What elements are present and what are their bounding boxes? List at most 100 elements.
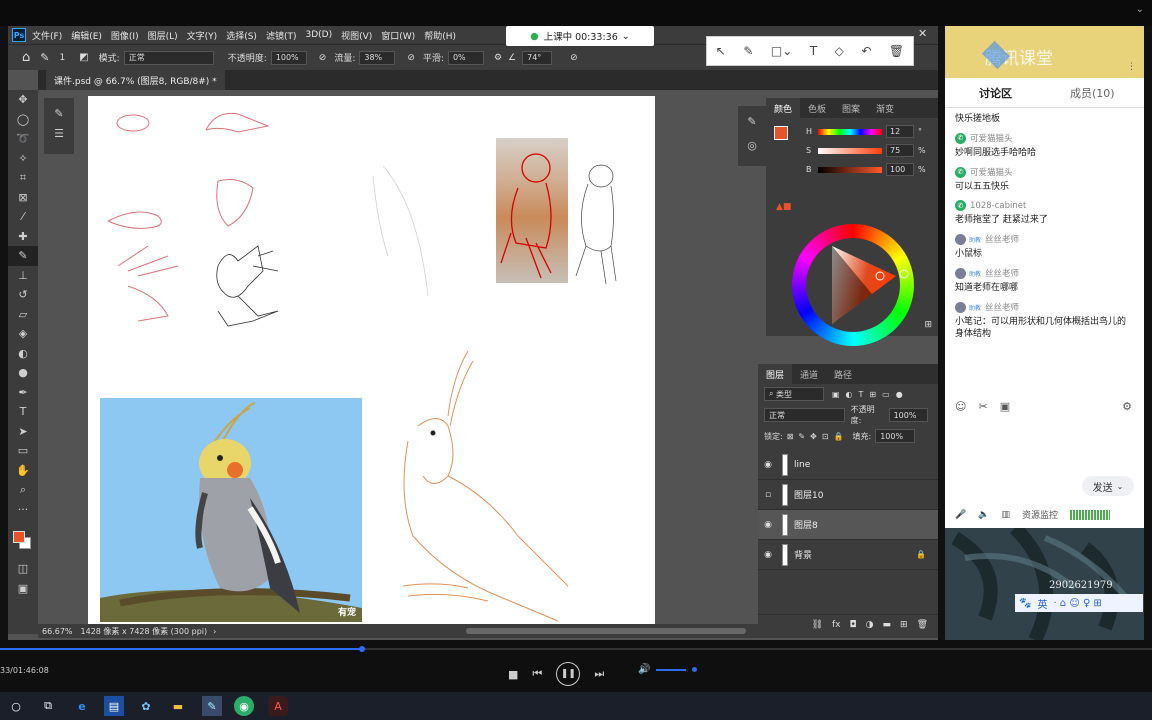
bars-icon[interactable]: ▥ [1001, 510, 1010, 520]
navigator-icon[interactable]: ◎ [738, 136, 766, 156]
volume-slider[interactable] [656, 668, 687, 671]
tab-paths[interactable]: 路径 [826, 368, 860, 381]
menu-view[interactable]: 视图(V) [341, 29, 372, 42]
pen-tool-icon[interactable]: ✒ [8, 383, 38, 403]
horizontal-scrollbar[interactable] [466, 628, 746, 634]
smooth-input[interactable]: 0% [447, 50, 484, 65]
saturation-input[interactable]: 75 [886, 144, 914, 157]
tab-layers[interactable]: 图层 [758, 364, 793, 384]
app-window-icon[interactable]: ▤ [104, 696, 124, 716]
red-app-icon[interactable]: A [268, 696, 288, 716]
dodge-tool-icon[interactable]: ● [8, 363, 38, 383]
brush-size[interactable]: 1 [59, 53, 65, 63]
quick-mask-icon[interactable]: ◫ [8, 559, 38, 579]
pause-button[interactable]: ❚❚ [556, 662, 581, 686]
screen-mode-icon[interactable]: ▣ [8, 579, 38, 599]
layer-kind-filter[interactable]: ⌕ 类型 [764, 387, 824, 401]
quick-select-tool-icon[interactable]: ✧ [8, 149, 38, 169]
gear-icon[interactable]: ⚙ [494, 53, 502, 63]
blur-tool-icon[interactable]: ◐ [8, 344, 38, 364]
link-icon[interactable]: ⛓ [812, 620, 823, 630]
microphone-icon[interactable]: 🎤 [955, 510, 966, 520]
hue-input[interactable]: 12 [886, 125, 914, 138]
layer-row[interactable]: ◉ line [758, 450, 938, 480]
eye-icon[interactable]: ◉ [758, 520, 778, 530]
fill-input[interactable]: 100% [875, 429, 916, 443]
eyedropper-tool-icon[interactable]: ⁄ [8, 207, 38, 227]
text-icon[interactable]: T [810, 44, 817, 58]
airbrush-icon[interactable]: ⊘ [407, 53, 415, 63]
monitor-label[interactable]: 资源监控 [1022, 508, 1058, 521]
eye-icon[interactable]: ◉ [758, 550, 778, 560]
type-tool-icon[interactable]: T [8, 402, 38, 422]
blend-mode-select[interactable]: 正常 [764, 408, 845, 422]
trash-icon[interactable]: 🗑 [917, 620, 928, 630]
brush-tool-icon[interactable]: ✎ [8, 246, 38, 266]
eye-hidden-icon[interactable]: ▫ [758, 490, 778, 500]
cursor-icon[interactable]: ↖ [716, 44, 726, 58]
folder-icon[interactable]: ▬ [883, 620, 892, 630]
fx-icon[interactable]: fx [832, 620, 841, 630]
add-icon[interactable]: ⊞ [924, 320, 932, 330]
history-brush-tool-icon[interactable]: ↺ [8, 285, 38, 305]
document-tab[interactable]: 课件.psd @ 66.7% (图层8, RGB/8#) * [46, 70, 225, 90]
close-icon[interactable]: ✕ [918, 27, 927, 40]
lock-icons[interactable]: ⊠✎✥⊡🔒 [787, 432, 849, 441]
brush-preset-icon[interactable]: ✎ [738, 112, 766, 132]
foreground-color-swatch[interactable] [13, 531, 25, 543]
home-icon[interactable]: ⌂ [22, 50, 30, 65]
more-tools-icon[interactable]: ··· [8, 500, 38, 520]
eraser-icon[interactable]: ◇ [835, 44, 844, 58]
tab-patterns[interactable]: 图案 [834, 102, 868, 115]
rectangle-icon[interactable]: □⌄ [771, 44, 792, 58]
brush-settings-icon[interactable]: ✎ [44, 104, 74, 124]
teacher-video[interactable]: 2902621979 🐾 英 · ⌂ ☺ ♀ ⊞ [945, 528, 1144, 640]
speaker-icon[interactable]: 🔈 [978, 510, 989, 520]
hue-slider[interactable] [818, 128, 882, 135]
menu-layer[interactable]: 图层(L) [148, 29, 178, 42]
saturation-slider[interactable] [818, 147, 882, 154]
tab-swatches[interactable]: 色板 [800, 102, 834, 115]
task-view-icon[interactable]: ⧉ [38, 696, 58, 716]
classroom-app-icon[interactable]: ✎ [202, 696, 222, 716]
menu-window[interactable]: 窗口(W) [381, 29, 415, 42]
more-icon[interactable]: ⋮ [1127, 62, 1136, 72]
marquee-tool-icon[interactable]: ◯ [8, 110, 38, 130]
menu-image[interactable]: 图像(I) [111, 29, 139, 42]
brush-tool-icon[interactable]: ✎ [40, 51, 49, 64]
seek-handle[interactable] [358, 646, 365, 652]
emoji-icon[interactable]: ☺ [955, 400, 966, 413]
color-triangle[interactable] [792, 224, 914, 346]
zoom-tool-icon[interactable]: ⌕ [8, 480, 38, 500]
tab-gradients[interactable]: 渐变 [868, 102, 902, 115]
pressure-opacity-icon[interactable]: ⊘ [319, 53, 327, 63]
menu-select[interactable]: 选择(S) [226, 29, 257, 42]
menu-type[interactable]: 文字(Y) [187, 29, 218, 42]
path-select-tool-icon[interactable]: ➤ [8, 422, 38, 442]
lasso-tool-icon[interactable]: ➰ [8, 129, 38, 149]
seek-track[interactable] [0, 648, 1152, 650]
layer-row-selected[interactable]: ◉ 图层8 [758, 510, 938, 540]
healing-tool-icon[interactable]: ✚ [8, 227, 38, 247]
angle-input[interactable]: 74° [522, 50, 553, 65]
pressure-size-icon[interactable]: ⊘ [570, 53, 578, 63]
mode-select[interactable]: 正常 [123, 50, 214, 65]
pen-icon[interactable]: ✎ [743, 44, 753, 58]
document-info[interactable]: 1428 像素 x 7428 像素 (300 ppi) [81, 626, 208, 637]
brush-panel-icon[interactable]: ◩ [79, 52, 88, 63]
menu-edit[interactable]: 编辑(E) [71, 29, 102, 42]
layer-opacity-input[interactable]: 100% [888, 408, 928, 422]
tab-discussion[interactable]: 讨论区 [979, 85, 1012, 101]
send-button[interactable]: 发送 ⌄ [1082, 476, 1134, 496]
layer-row[interactable]: ▫ 图层10 [758, 480, 938, 510]
settings-icon[interactable]: ⚙ [1122, 400, 1132, 413]
scissors-icon[interactable]: ✂ [978, 400, 987, 413]
shape-tool-icon[interactable]: ▭ [8, 441, 38, 461]
eraser-tool-icon[interactable]: ▱ [8, 305, 38, 325]
edge-browser-icon[interactable]: e [72, 696, 92, 716]
mask-icon[interactable]: ◘ [850, 620, 857, 630]
next-icon[interactable]: ⏭ [594, 667, 604, 681]
zoom-level[interactable]: 66.67% [42, 627, 73, 636]
menu-3d[interactable]: 3D(D) [305, 30, 332, 40]
previous-icon[interactable]: ⏮ [532, 667, 542, 681]
